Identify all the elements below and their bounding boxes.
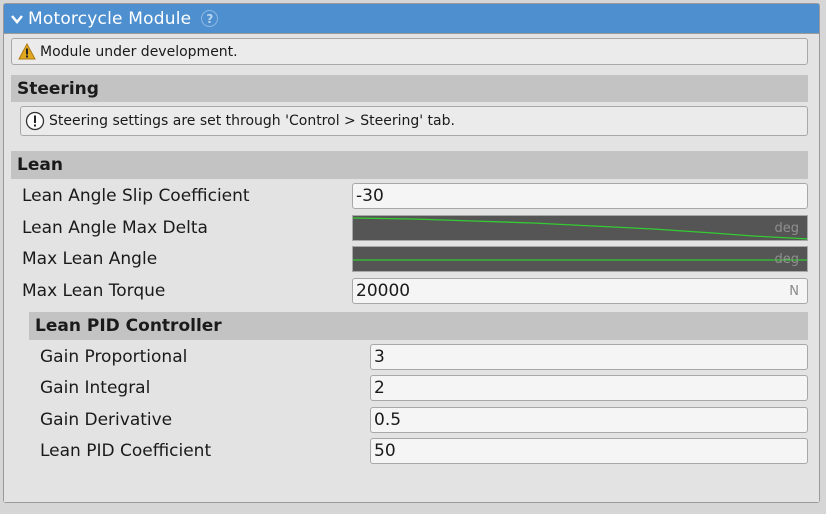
section-lean[interactable]: Lean: [11, 151, 808, 179]
slip-coefficient-value: -30: [356, 186, 384, 206]
gain-derivative-value: 0.5: [374, 410, 402, 430]
max-torque-field[interactable]: 20000 N: [352, 278, 808, 304]
module-title: Motorcycle Module: [28, 8, 192, 29]
max-torque-value: 20000: [356, 281, 411, 301]
gain-derivative-label: Gain Derivative: [40, 410, 173, 430]
section-lean-pid-title: Lean PID Controller: [35, 316, 222, 336]
question-circle-icon[interactable]: ?: [201, 10, 219, 27]
section-steering[interactable]: Steering: [11, 75, 808, 102]
max-torque-label: Max Lean Torque: [22, 281, 166, 301]
max-torque-unit: N: [789, 283, 799, 299]
max-delta-label: Lean Angle Max Delta: [22, 218, 208, 238]
gain-integral-label: Gain Integral: [40, 378, 151, 398]
warning-triangle-icon: [18, 43, 36, 60]
slip-coefficient-field[interactable]: -30: [352, 183, 808, 209]
chevron-down-icon[interactable]: [10, 12, 24, 26]
gain-proportional-value: 3: [374, 347, 385, 367]
max-angle-curve[interactable]: deg: [352, 246, 808, 272]
section-steering-title: Steering: [17, 78, 99, 99]
pid-coefficient-value: 50: [374, 441, 396, 461]
gain-derivative-field[interactable]: 0.5: [370, 407, 808, 433]
pid-coefficient-label: Lean PID Coefficient: [40, 441, 212, 461]
gain-proportional-field[interactable]: 3: [370, 344, 808, 370]
gain-integral-field[interactable]: 2: [370, 375, 808, 401]
warning-box: Module under development.: [11, 38, 808, 65]
max-angle-curve-line: [353, 259, 807, 261]
gain-integral-value: 2: [374, 378, 385, 398]
section-lean-title: Lean: [17, 155, 63, 175]
module-header[interactable]: Motorcycle Module ?: [4, 4, 819, 33]
steering-info-text: Steering settings are set through 'Contr…: [49, 113, 455, 129]
max-angle-unit: deg: [774, 252, 799, 267]
max-delta-unit: deg: [774, 221, 799, 236]
max-delta-curve-line: [353, 217, 807, 240]
gain-proportional-label: Gain Proportional: [40, 347, 188, 367]
slip-coefficient-label: Lean Angle Slip Coefficient: [22, 186, 250, 206]
max-delta-curve[interactable]: deg: [352, 215, 808, 241]
max-angle-label: Max Lean Angle: [22, 249, 158, 269]
warning-text: Module under development.: [40, 43, 238, 60]
info-exclamation-icon: [25, 111, 45, 131]
pid-coefficient-field[interactable]: 50: [370, 438, 808, 464]
section-lean-pid[interactable]: Lean PID Controller: [29, 312, 808, 340]
steering-info-box: Steering settings are set through 'Contr…: [20, 106, 808, 136]
